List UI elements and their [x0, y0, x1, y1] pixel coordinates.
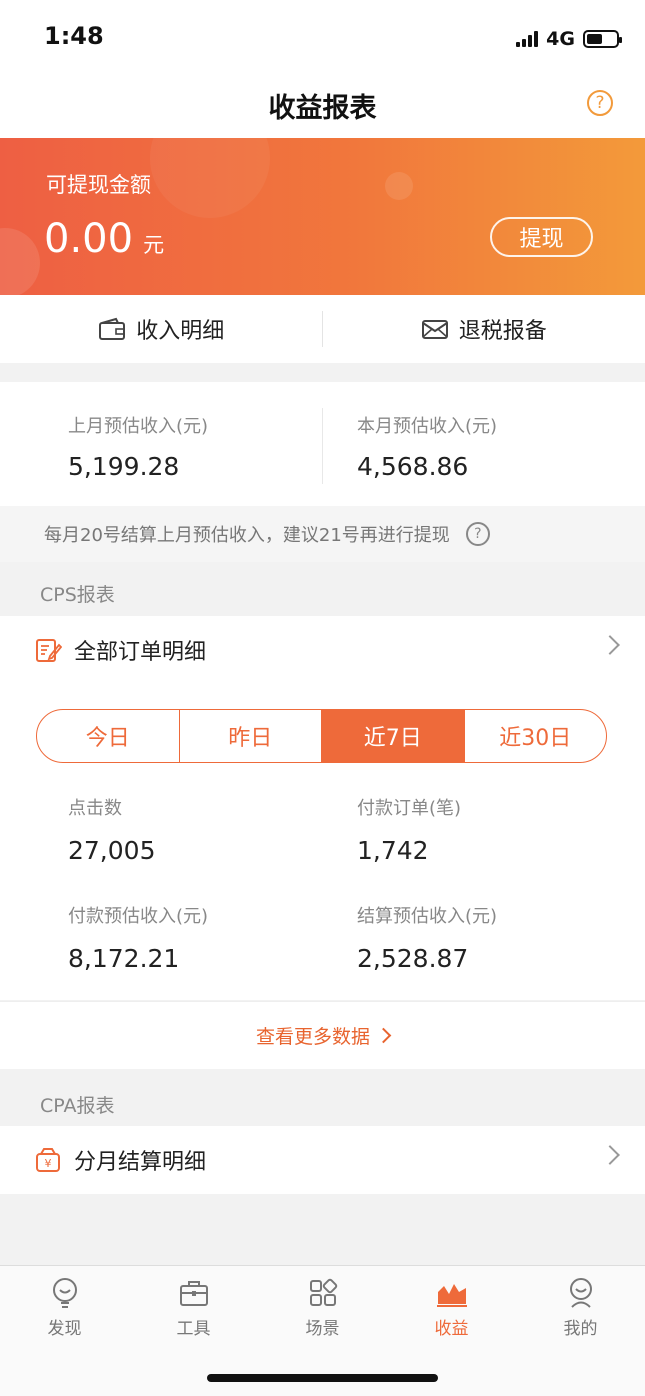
withdraw-button[interactable]: 提现 [490, 217, 593, 257]
battery-icon [583, 30, 622, 48]
this-month-value: 4,568.86 [357, 452, 469, 481]
paid-income-value: 8,172.21 [68, 944, 180, 973]
edit-document-icon [36, 639, 62, 662]
status-icons: 4G [516, 28, 622, 50]
paid-income-label: 付款预估收入(元) [68, 906, 209, 927]
question-icon[interactable]: ? [465, 522, 490, 546]
tab-last-30-days[interactable]: 近30日 [463, 710, 607, 762]
view-more-data-link[interactable]: 查看更多数据 [0, 1001, 645, 1069]
area-chart-icon [436, 1284, 467, 1307]
tab-today[interactable]: 今日 [37, 710, 179, 762]
tab-mine-label: 我的 [563, 1319, 598, 1339]
status-time: 1:48 [44, 22, 104, 50]
settlement-notice: 每月20号结算上月预估收入，建议21号再进行提现 ? [0, 506, 645, 562]
tab-tools-label: 工具 [176, 1319, 211, 1339]
notice-text: 每月20号结算上月预估收入，建议21号再进行提现 [44, 525, 450, 546]
tab-yesterday[interactable]: 昨日 [178, 710, 322, 762]
toolbox-icon [179, 1281, 208, 1306]
tab-earnings-label: 收益 [434, 1319, 469, 1339]
last-month-estimate: 上月预估收入(元) 5,199.28 [68, 412, 208, 481]
tab-tools[interactable]: 工具 [129, 1276, 258, 1346]
this-month-label: 本月预估收入(元) [357, 416, 498, 437]
help-icon[interactable]: ? [587, 90, 613, 116]
all-orders-label: 全部订单明细 [74, 640, 207, 665]
monthly-settlement-row[interactable]: ¥ 分月结算明细 [0, 1126, 645, 1194]
paid-orders-value: 1,742 [357, 836, 429, 865]
clicks-stat: 点击数 27,005 [68, 794, 155, 865]
withdrawable-label: 可提现金额 [46, 173, 151, 197]
withdrawable-amount: 0.00 元 [44, 216, 164, 262]
settled-income-value: 2,528.87 [357, 944, 469, 973]
clicks-label: 点击数 [68, 798, 122, 819]
settled-income-label: 结算预估收入(元) [357, 906, 498, 927]
tab-discover-label: 发现 [47, 1319, 82, 1339]
nav-bar: 收益报表 ? [0, 76, 645, 138]
home-indicator[interactable] [207, 1374, 438, 1382]
quick-links: 收入明细 退税报备 [0, 295, 645, 363]
monthly-settlement-label: 分月结算明细 [74, 1150, 207, 1175]
paid-orders-stat: 付款订单(笔) 1,742 [357, 794, 461, 865]
decorative-bubble [385, 172, 413, 200]
balance-banner: 可提现金额 0.00 元 提现 [0, 138, 645, 295]
tab-scenes[interactable]: 场景 [258, 1276, 387, 1346]
tab-mine[interactable]: 我的 [516, 1276, 645, 1346]
all-orders-row[interactable]: 全部订单明细 [0, 616, 645, 684]
network-label: 4G [546, 28, 575, 50]
chevron-right-icon [600, 1145, 620, 1165]
this-month-estimate: 本月预估收入(元) 4,568.86 [357, 412, 497, 481]
decorative-bubble [0, 228, 40, 295]
wallet-icon [99, 317, 126, 340]
chevron-right-icon [600, 635, 620, 655]
money-bag-icon: ¥ [36, 1148, 60, 1172]
cpa-section-title: CPA报表 [40, 1095, 115, 1117]
clicks-value: 27,005 [68, 836, 156, 865]
status-bar: 1:48 4G [0, 0, 645, 76]
last-month-label: 上月预估收入(元) [68, 416, 209, 437]
divider [322, 311, 323, 347]
person-icon [569, 1278, 592, 1308]
chevron-right-icon [375, 1027, 392, 1044]
envelope-icon [421, 320, 448, 339]
tab-last-7-days[interactable]: 近7日 [321, 710, 464, 762]
settled-income-stat: 结算预估收入(元) 2,528.87 [357, 902, 497, 973]
date-range-tabs: 今日 昨日 近7日 近30日 [36, 709, 607, 763]
tax-report-link[interactable]: 退税报备 [323, 295, 645, 363]
cps-section-title: CPS报表 [40, 584, 115, 606]
income-detail-label: 收入明细 [136, 319, 225, 344]
decorative-bubble [150, 138, 270, 218]
divider [322, 408, 323, 484]
tab-discover[interactable]: 发现 [0, 1276, 129, 1346]
lightbulb-icon [52, 1278, 77, 1308]
signal-icon [516, 31, 539, 47]
paid-income-stat: 付款预估收入(元) 8,172.21 [68, 902, 208, 973]
view-more-label: 查看更多数据 [255, 1026, 370, 1048]
grid-icon [309, 1278, 337, 1306]
income-detail-link[interactable]: 收入明细 [0, 295, 323, 363]
cps-panel: 今日 昨日 近7日 近30日 点击数 27,005 付款订单(笔) 1,742 … [0, 684, 645, 1000]
monthly-estimates: 上月预估收入(元) 5,199.28 本月预估收入(元) 4,568.86 [0, 382, 645, 506]
paid-orders-label: 付款订单(笔) [357, 798, 462, 819]
amount-value: 0.00 [44, 216, 134, 262]
amount-unit: 元 [143, 233, 165, 257]
tax-report-label: 退税报备 [458, 319, 547, 344]
bottom-tab-bar: 发现 工具 场景 收益 我的 [0, 1265, 645, 1396]
last-month-value: 5,199.28 [68, 452, 180, 481]
tab-scenes-label: 场景 [305, 1319, 340, 1339]
page-title: 收益报表 [268, 93, 377, 124]
tab-earnings[interactable]: 收益 [387, 1276, 516, 1346]
svg-text:¥: ¥ [45, 1157, 52, 1170]
